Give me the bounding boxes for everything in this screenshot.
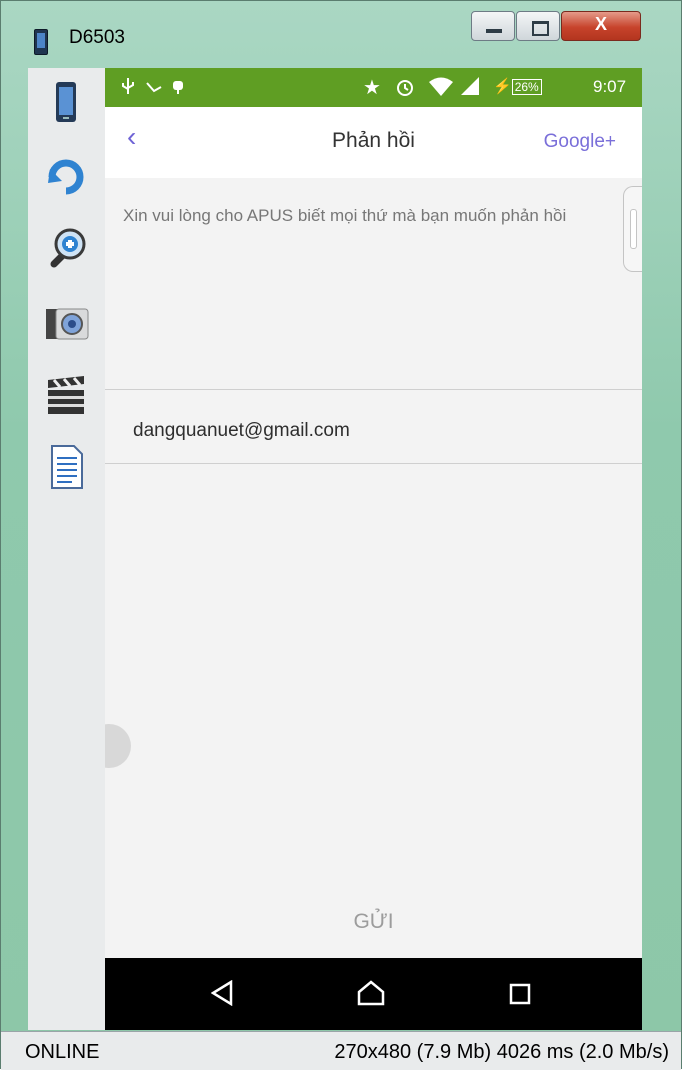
maximize-button[interactable] bbox=[516, 11, 560, 41]
debug-icon bbox=[145, 77, 163, 100]
battery-indicator: ⚡ 26% bbox=[493, 77, 542, 95]
send-button[interactable]: GỬI bbox=[105, 910, 642, 934]
rotate-icon[interactable] bbox=[42, 153, 90, 199]
signal-icon bbox=[461, 77, 479, 100]
wifi-icon bbox=[429, 77, 453, 102]
google-plus-link[interactable]: Google+ bbox=[544, 131, 616, 153]
divider bbox=[105, 463, 642, 464]
performance-info: 270x480 (7.9 Mb) 4026 ms (2.0 Mb/s) bbox=[334, 1041, 669, 1063]
alarm-icon bbox=[395, 77, 415, 102]
clock: 9:07 bbox=[593, 77, 627, 96]
scroll-handle[interactable] bbox=[623, 186, 642, 272]
android-icon bbox=[171, 77, 185, 100]
device-screen: ★ ⚡ 26% 9:07 ‹ Phản hồi Google+ Xin vui l… bbox=[105, 68, 642, 1030]
email-field[interactable]: dangquanuet@gmail.com bbox=[133, 420, 350, 442]
title-bar[interactable]: D6503 X bbox=[1, 1, 681, 65]
phone-icon bbox=[34, 29, 48, 55]
recents-icon[interactable] bbox=[509, 983, 531, 1010]
android-status-bar: ★ ⚡ 26% 9:07 bbox=[105, 68, 642, 107]
emulator-window: D6503 X ★ ⚡ 26% 9:07 ‹ Phản hồi Google+ … bbox=[0, 0, 682, 1070]
tool-sidebar bbox=[28, 68, 106, 1030]
minimize-button[interactable] bbox=[471, 11, 515, 41]
window-title: D6503 bbox=[69, 27, 125, 48]
floating-assistant-button[interactable] bbox=[105, 724, 131, 768]
emulator-status-bar: ONLINE 270x480 (7.9 Mb) 4026 ms (2.0 Mb/… bbox=[1, 1031, 681, 1070]
feedback-input[interactable]: Xin vui lòng cho APUS biết mọi thứ mà bạ… bbox=[123, 205, 623, 227]
zoom-icon[interactable] bbox=[42, 226, 90, 272]
device-icon[interactable] bbox=[42, 80, 90, 126]
android-nav-bar bbox=[105, 958, 642, 1030]
usb-icon bbox=[121, 77, 135, 100]
app-header: ‹ Phản hồi Google+ bbox=[105, 107, 642, 178]
divider bbox=[105, 389, 642, 390]
star-icon: ★ bbox=[363, 77, 381, 99]
home-icon[interactable] bbox=[357, 980, 385, 1011]
back-icon[interactable] bbox=[210, 979, 233, 1011]
close-button[interactable]: X bbox=[561, 11, 641, 41]
camera-icon[interactable] bbox=[42, 299, 90, 345]
close-icon: X bbox=[594, 14, 607, 34]
video-clapper-icon[interactable] bbox=[42, 372, 90, 418]
connection-status: ONLINE bbox=[25, 1041, 100, 1063]
document-icon[interactable] bbox=[42, 444, 90, 490]
battery-level: 26% bbox=[511, 79, 542, 95]
